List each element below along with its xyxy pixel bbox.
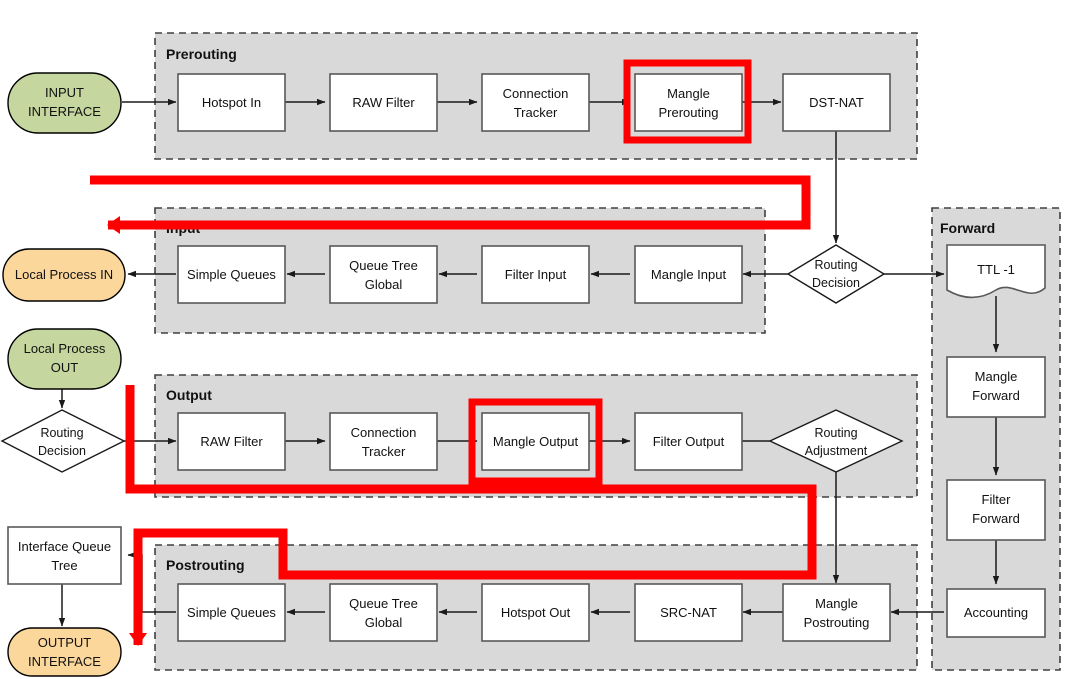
terminal-output-interface[interactable]: OUTPUT INTERFACE [7, 627, 122, 677]
box-queue-tree-global-postrouting[interactable]: Queue Tree Global [329, 583, 438, 642]
box-simple-queues-postrouting[interactable]: Simple Queues [177, 583, 286, 642]
terminal-output-interface-label-1: OUTPUT [38, 635, 92, 650]
terminal-input-interface-label-1: INPUT [45, 85, 84, 100]
box-src-nat-label: SRC-NAT [660, 605, 717, 620]
box-filter-input-label: Filter Input [505, 267, 567, 282]
group-output-label: Output [166, 387, 212, 403]
box-filter-input[interactable]: Filter Input [481, 245, 590, 304]
packet-flow-diagram: Prerouting Input Forward Output Postrout… [0, 0, 1067, 679]
box-ttl-minus-1[interactable]: TTL -1 [946, 244, 1046, 299]
box-interface-queue-tree[interactable]: Interface Queue Tree [7, 526, 122, 585]
box-mangle-postrouting[interactable]: Mangle Postrouting [782, 583, 891, 642]
box-mangle-prerouting-label-1: Mangle [667, 86, 710, 101]
box-mangle-input-label: Mangle Input [651, 267, 727, 282]
box-interface-queue-tree-label-2: Tree [51, 558, 77, 573]
box-filter-forward-label-2: Forward [972, 511, 1020, 526]
box-connection-tracker-output[interactable]: Connection Tracker [329, 412, 438, 471]
group-prerouting-label: Prerouting [166, 46, 237, 62]
box-simple-queues-input[interactable]: Simple Queues [177, 245, 286, 304]
box-filter-output-label: Filter Output [653, 434, 725, 449]
box-connection-tracker-output-label-2: Tracker [362, 444, 406, 459]
box-mangle-input[interactable]: Mangle Input [634, 245, 743, 304]
terminal-local-process-out-label-2: OUT [51, 360, 79, 375]
terminal-local-process-out-label-1: Local Process [24, 341, 106, 356]
box-simple-queues-postrouting-label: Simple Queues [187, 605, 276, 620]
box-accounting[interactable]: Accounting [946, 588, 1046, 638]
box-connection-tracker-prerouting-label-1: Connection [503, 86, 569, 101]
box-mangle-forward-label-1: Mangle [975, 369, 1018, 384]
diamond-routing-decision-output[interactable]: Routing Decision [0, 409, 126, 473]
box-ttl-minus-1-label: TTL -1 [977, 262, 1015, 277]
diamond-routing-decision-output-label-1: Routing [40, 426, 83, 440]
group-forward-label: Forward [940, 220, 995, 236]
box-connection-tracker-prerouting[interactable]: Connection Tracker [481, 73, 590, 132]
box-mangle-output-label: Mangle Output [493, 434, 579, 449]
box-queue-tree-global-postrouting-label-2: Global [365, 615, 403, 630]
box-mangle-prerouting-label-2: Prerouting [659, 105, 719, 120]
box-src-nat[interactable]: SRC-NAT [634, 583, 743, 642]
box-connection-tracker-prerouting-label-2: Tracker [514, 105, 558, 120]
box-queue-tree-global-input[interactable]: Queue Tree Global [329, 245, 438, 304]
terminal-input-interface[interactable]: INPUT INTERFACE [7, 72, 122, 134]
terminal-local-process-in-label: Local Process IN [15, 267, 113, 282]
box-mangle-forward-label-2: Forward [972, 388, 1020, 403]
box-raw-filter-prerouting-label: RAW Filter [352, 95, 415, 110]
box-simple-queues-input-label: Simple Queues [187, 267, 276, 282]
group-postrouting-label: Postrouting [166, 557, 245, 573]
diamond-routing-decision-prerouting-label-2: Decision [812, 276, 860, 290]
box-mangle-postrouting-label-2: Postrouting [804, 615, 870, 630]
terminal-output-interface-label-2: INTERFACE [28, 654, 101, 669]
box-connection-tracker-output-label-1: Connection [351, 425, 417, 440]
box-queue-tree-global-input-label-1: Queue Tree [349, 258, 418, 273]
box-mangle-prerouting[interactable]: Mangle Prerouting [623, 59, 752, 144]
box-accounting-label: Accounting [964, 605, 1028, 620]
box-queue-tree-global-postrouting-label-1: Queue Tree [349, 596, 418, 611]
box-raw-filter-prerouting[interactable]: RAW Filter [329, 73, 438, 132]
diamond-routing-decision-prerouting[interactable]: Routing Decision [786, 244, 886, 304]
box-filter-output[interactable]: Filter Output [634, 412, 743, 471]
box-hotspot-in-label: Hotspot In [202, 95, 261, 110]
box-dst-nat-label: DST-NAT [809, 95, 864, 110]
diamond-routing-adjustment-label-2: Adjustment [805, 444, 868, 458]
box-filter-forward-label-1: Filter [982, 492, 1012, 507]
diamond-routing-decision-output-label-2: Decision [38, 444, 86, 458]
box-hotspot-out[interactable]: Hotspot Out [481, 583, 590, 642]
box-dst-nat[interactable]: DST-NAT [782, 73, 891, 132]
box-mangle-output[interactable]: Mangle Output [468, 398, 603, 485]
diamond-routing-adjustment-label-1: Routing [814, 426, 857, 440]
terminal-local-process-in[interactable]: Local Process IN [2, 248, 126, 302]
box-mangle-postrouting-label-1: Mangle [815, 596, 858, 611]
terminal-local-process-out[interactable]: Local Process OUT [7, 328, 122, 390]
box-hotspot-in[interactable]: Hotspot In [177, 73, 286, 132]
box-interface-queue-tree-label-1: Interface Queue [18, 539, 111, 554]
box-mangle-forward[interactable]: Mangle Forward [946, 356, 1046, 418]
diamond-routing-decision-prerouting-label-1: Routing [814, 258, 857, 272]
box-raw-filter-output[interactable]: RAW Filter [177, 412, 286, 471]
box-filter-forward[interactable]: Filter Forward [946, 479, 1046, 541]
terminal-input-interface-label-2: INTERFACE [28, 104, 101, 119]
box-hotspot-out-label: Hotspot Out [501, 605, 571, 620]
box-raw-filter-output-label: RAW Filter [200, 434, 263, 449]
box-queue-tree-global-input-label-2: Global [365, 277, 403, 292]
